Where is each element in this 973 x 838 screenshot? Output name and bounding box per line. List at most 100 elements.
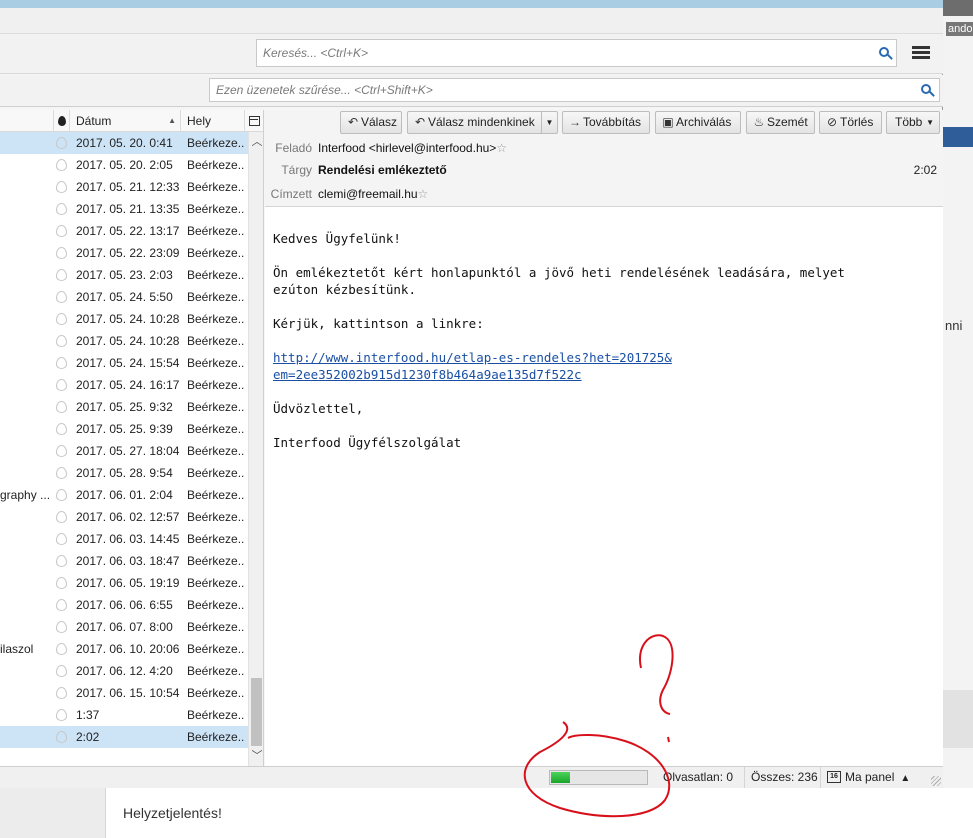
- table-row[interactable]: 2017. 05. 20. 2:05 Beérkeze...: [0, 154, 248, 176]
- row-location: Beérkeze...: [187, 620, 245, 634]
- window-titlebar[interactable]: [0, 0, 943, 8]
- read-status-icon[interactable]: [56, 313, 67, 325]
- forward-button[interactable]: → Továbbítás: [562, 111, 650, 134]
- star-icon[interactable]: ☆: [496, 141, 507, 155]
- table-row[interactable]: 2017. 05. 28. 9:54 Beérkeze...: [0, 462, 248, 484]
- resize-grip[interactable]: [931, 776, 941, 786]
- table-row[interactable]: 2017. 05. 24. 10:28 Beérkeze...: [0, 330, 248, 352]
- table-row[interactable]: 2017. 06. 03. 14:45 Beérkeze...: [0, 528, 248, 550]
- scroll-up-icon[interactable]: ︿: [249, 134, 263, 150]
- table-row[interactable]: 2017. 06. 06. 6:55 Beérkeze...: [0, 594, 248, 616]
- reply-all-dropdown-icon[interactable]: ▼: [541, 112, 557, 133]
- row-subject: [0, 330, 50, 352]
- table-row[interactable]: 1:37 Beérkeze...: [0, 704, 248, 726]
- table-row[interactable]: 2017. 05. 21. 13:35 Beérkeze...: [0, 198, 248, 220]
- read-status-icon[interactable]: [56, 489, 67, 501]
- column-subject[interactable]: [0, 110, 54, 132]
- read-status-icon[interactable]: [56, 709, 67, 721]
- read-status-icon[interactable]: [56, 203, 67, 215]
- read-status-icon[interactable]: [56, 687, 67, 699]
- table-row[interactable]: 2017. 05. 21. 12:33 Beérkeze...: [0, 176, 248, 198]
- row-location: Beérkeze...: [187, 180, 245, 194]
- read-status-icon[interactable]: [56, 379, 67, 391]
- read-status-icon[interactable]: [56, 555, 67, 567]
- read-status-icon[interactable]: [56, 357, 67, 369]
- global-search-box[interactable]: [256, 39, 897, 67]
- quick-filter-box[interactable]: [209, 78, 940, 102]
- quick-filter-input[interactable]: [216, 83, 816, 97]
- scrollbar-thumb[interactable]: [251, 678, 262, 746]
- table-row[interactable]: 2017. 05. 23. 2:03 Beérkeze...: [0, 264, 248, 286]
- table-row[interactable]: 2017. 05. 25. 9:39 Beérkeze...: [0, 418, 248, 440]
- to-value[interactable]: clemi@freemail.hu☆: [318, 184, 428, 204]
- table-row[interactable]: graphy ... 2017. 06. 01. 2:04 Beérkeze...: [0, 484, 248, 506]
- table-row[interactable]: 2017. 06. 03. 18:47 Beérkeze...: [0, 550, 248, 572]
- table-row[interactable]: 2017. 06. 02. 12:57 Beérkeze...: [0, 506, 248, 528]
- table-row[interactable]: 2017. 05. 24. 5:50 Beérkeze...: [0, 286, 248, 308]
- row-subject: [0, 132, 50, 154]
- table-row[interactable]: 2017. 05. 27. 18:04 Beérkeze...: [0, 440, 248, 462]
- app-menu-icon[interactable]: [912, 46, 930, 60]
- read-status-icon[interactable]: [56, 291, 67, 303]
- read-status-icon[interactable]: [56, 599, 67, 611]
- read-status-icon[interactable]: [56, 335, 67, 347]
- table-row[interactable]: ilaszol 2017. 06. 10. 20:06 Beérkeze...: [0, 638, 248, 660]
- table-row[interactable]: 2017. 05. 24. 16:17 Beérkeze...: [0, 374, 248, 396]
- read-status-icon[interactable]: [56, 643, 67, 655]
- read-status-icon[interactable]: [56, 225, 67, 237]
- table-row[interactable]: 2017. 05. 22. 13:17 Beérkeze...: [0, 220, 248, 242]
- read-status-icon[interactable]: [56, 159, 67, 171]
- junk-button[interactable]: ♨ Szemét: [746, 111, 815, 134]
- row-location: Beérkeze...: [187, 136, 245, 150]
- column-read-status[interactable]: [54, 110, 70, 132]
- body-closing: Üdvözlettel,: [273, 401, 364, 416]
- table-row[interactable]: 2017. 06. 05. 19:19 Beérkeze...: [0, 572, 248, 594]
- read-status-icon[interactable]: [56, 731, 67, 743]
- star-icon[interactable]: ☆: [418, 187, 429, 201]
- read-status-icon[interactable]: [56, 533, 67, 545]
- read-status-icon[interactable]: [56, 511, 67, 523]
- table-row[interactable]: 2017. 06. 07. 8:00 Beérkeze...: [0, 616, 248, 638]
- from-value[interactable]: Interfood <hirlevel@interfood.hu>☆: [318, 138, 507, 158]
- delete-button[interactable]: ⊘ Törlés: [819, 111, 882, 134]
- read-status-icon[interactable]: [56, 665, 67, 677]
- table-row[interactable]: 2017. 06. 12. 4:20 Beérkeze...: [0, 660, 248, 682]
- read-status-icon[interactable]: [56, 137, 67, 149]
- row-subject: [0, 264, 50, 286]
- row-subject: [0, 308, 50, 330]
- row-location: Beérkeze...: [187, 510, 245, 524]
- search-icon[interactable]: [879, 47, 893, 61]
- read-status-icon[interactable]: [56, 269, 67, 281]
- read-status-icon[interactable]: [56, 247, 67, 259]
- column-date[interactable]: Dátum ▲: [70, 110, 181, 132]
- thread-scrollbar[interactable]: ︿ ﹀: [248, 132, 263, 766]
- read-status-icon[interactable]: [56, 401, 67, 413]
- table-row[interactable]: 2017. 05. 24. 10:28 Beérkeze...: [0, 308, 248, 330]
- background-window: andor nni: [943, 0, 973, 838]
- column-location[interactable]: Hely: [181, 110, 245, 132]
- archive-button[interactable]: ▣ Archiválás: [655, 111, 741, 134]
- read-status-icon[interactable]: [56, 445, 67, 457]
- reply-button[interactable]: ↶ Válasz: [340, 111, 402, 134]
- table-row[interactable]: 2017. 05. 20. 0:41 Beérkeze...: [0, 132, 248, 154]
- today-pane-toggle[interactable]: 16 Ma panel ▲: [820, 767, 916, 788]
- table-row[interactable]: 2:02 Beérkeze...: [0, 726, 248, 748]
- filter-search-icon[interactable]: [921, 84, 935, 98]
- order-link[interactable]: http://www.interfood.hu/etlap-es-rendele…: [273, 350, 672, 382]
- read-status-icon[interactable]: [56, 621, 67, 633]
- reply-all-button[interactable]: ↶ Válasz mindenkinek ▼: [407, 111, 558, 134]
- scroll-down-icon[interactable]: ﹀: [249, 748, 263, 764]
- column-picker[interactable]: [245, 110, 263, 132]
- read-status-icon[interactable]: [56, 467, 67, 479]
- global-search-input[interactable]: [263, 46, 863, 60]
- row-location: Beérkeze...: [187, 400, 245, 414]
- more-button[interactable]: Több ▼: [886, 111, 940, 134]
- row-subject: [0, 220, 50, 242]
- table-row[interactable]: 2017. 05. 22. 23:09 Beérkeze...: [0, 242, 248, 264]
- table-row[interactable]: 2017. 06. 15. 10:54 Beérkeze...: [0, 682, 248, 704]
- read-status-icon[interactable]: [56, 181, 67, 193]
- read-status-icon[interactable]: [56, 423, 67, 435]
- table-row[interactable]: 2017. 05. 24. 15:54 Beérkeze...: [0, 352, 248, 374]
- table-row[interactable]: 2017. 05. 25. 9:32 Beérkeze...: [0, 396, 248, 418]
- read-status-icon[interactable]: [56, 577, 67, 589]
